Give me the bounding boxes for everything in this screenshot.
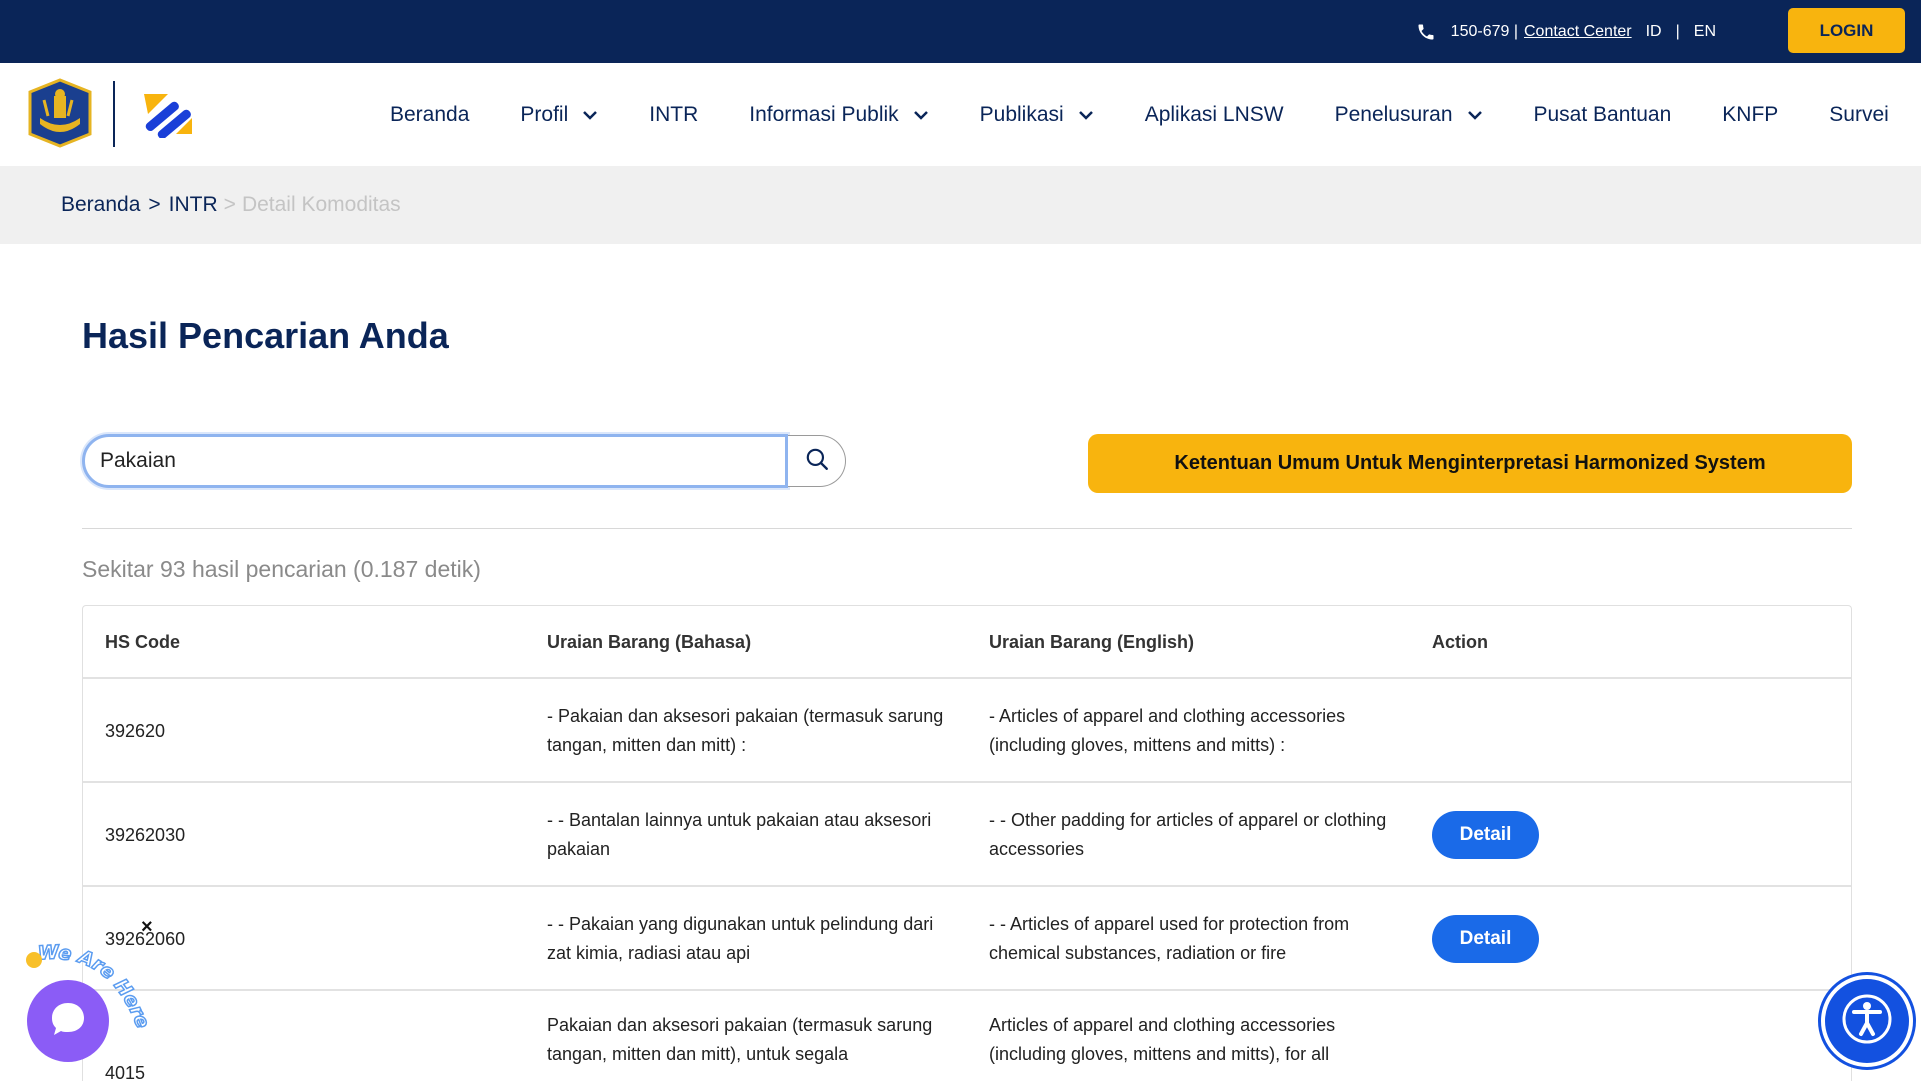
hs-interpretation-button[interactable]: Ketentuan Umum Untuk Menginterpretasi Ha… <box>1088 434 1852 493</box>
action-cell: Detail <box>1432 887 1732 991</box>
uraian-english-cell: - - Articles of apparel used for protect… <box>989 914 1350 963</box>
detail-button[interactable]: Detail <box>1432 915 1539 963</box>
result-count: Sekitar 93 hasil pencarian (0.187 detik) <box>82 556 481 582</box>
breadcrumb-separator: > <box>148 193 161 216</box>
table-row: 392620 - Pakaian dan aksesori pakaian (t… <box>83 679 1851 783</box>
lnsw-logo[interactable] <box>140 90 196 140</box>
nav-item-pusat-bantuan[interactable]: Pusat Bantuan <box>1534 103 1672 127</box>
chat-icon <box>48 999 88 1044</box>
page-title: Hasil Pencarian Anda <box>82 315 449 356</box>
chat-launcher-button[interactable] <box>27 980 109 1062</box>
hs-code-cell: 392620 <box>105 720 166 741</box>
nav-item-beranda[interactable]: Beranda <box>390 103 469 127</box>
lang-id-option[interactable]: ID <box>1646 23 1662 41</box>
hs-code-cell: 39262030 <box>105 824 186 845</box>
search-button[interactable] <box>788 435 846 487</box>
uraian-english-cell: Articles of apparel and clothing accesso… <box>989 1015 1336 1064</box>
header-hs-code: HS Code <box>105 632 181 652</box>
lang-en-option[interactable]: EN <box>1694 23 1716 41</box>
breadcrumb: Beranda > INTR > Detail Komoditas <box>61 166 401 244</box>
chevron-down-icon <box>913 110 929 120</box>
contact-center-link[interactable]: Contact Center <box>1524 23 1632 41</box>
search-bar <box>82 434 846 488</box>
nav-item-profil[interactable]: Profil <box>520 103 598 127</box>
logo-divider <box>113 81 115 147</box>
header-action: Action <box>1432 632 1488 652</box>
uraian-bahasa-cell: Pakaian dan aksesori pakaian (termasuk s… <box>547 1015 933 1064</box>
accessibility-button[interactable] <box>1821 975 1913 1067</box>
chevron-down-icon <box>1078 110 1094 120</box>
breadcrumb-separator: > <box>223 193 236 216</box>
breadcrumb-home[interactable]: Beranda <box>61 193 140 217</box>
nav-item-survei[interactable]: Survei <box>1829 103 1889 127</box>
uraian-bahasa-cell: - Pakaian dan aksesori pakaian (termasuk… <box>547 706 944 755</box>
main-navbar: Beranda Profil INTR Informasi Publik Pub… <box>0 63 1921 166</box>
search-input[interactable] <box>82 434 788 488</box>
lang-separator: | <box>1675 22 1680 40</box>
accessibility-icon <box>1841 993 1893 1050</box>
section-divider <box>82 528 1852 529</box>
breadcrumb-current: Detail Komoditas <box>241 193 401 216</box>
breadcrumb-bar: Beranda > INTR > Detail Komoditas <box>0 166 1921 244</box>
action-cell <box>1432 679 1732 783</box>
table-row: 39262030 - - Bantalan lainnya untuk paka… <box>83 783 1851 887</box>
table-row: 39262060 - - Pakaian yang digunakan untu… <box>83 887 1851 991</box>
hs-code-cell: 4015 <box>105 1063 146 1081</box>
login-button[interactable]: LOGIN <box>1788 8 1905 53</box>
header-uraian-bahasa: Uraian Barang (Bahasa) <box>547 632 752 652</box>
nav-menu: Beranda Profil INTR Informasi Publik Pub… <box>390 63 1889 166</box>
chevron-down-icon <box>582 110 598 120</box>
phone-icon <box>1415 21 1437 43</box>
chevron-down-icon <box>1467 110 1483 120</box>
contact-info: 150-679 | Contact Center ID | EN <box>1415 0 1716 63</box>
nav-item-knfp[interactable]: KNFP <box>1722 103 1778 127</box>
action-cell: Detail <box>1432 783 1732 887</box>
chat-close-icon[interactable]: × <box>141 916 153 939</box>
breadcrumb-intr[interactable]: INTR <box>169 193 218 217</box>
uraian-bahasa-cell: - - Pakaian yang digunakan untuk pelindu… <box>547 914 934 963</box>
search-icon <box>804 446 830 477</box>
nav-item-penelusuran[interactable]: Penelusuran <box>1335 103 1483 127</box>
nav-item-intr[interactable]: INTR <box>649 103 698 127</box>
table-header: HS Code Uraian Barang (Bahasa) Uraian Ba… <box>83 606 1851 679</box>
table-row: 4015 Pakaian dan aksesori pakaian (terma… <box>83 991 1851 1081</box>
detail-button[interactable]: Detail <box>1432 811 1539 859</box>
nav-item-aplikasi-lnsw[interactable]: Aplikasi LNSW <box>1145 103 1284 127</box>
nav-item-publikasi[interactable]: Publikasi <box>980 103 1094 127</box>
hs-code-cell: 39262060 <box>105 928 186 949</box>
uraian-bahasa-cell: - - Bantalan lainnya untuk pakaian atau … <box>547 810 932 859</box>
top-bar: 150-679 | Contact Center ID | EN LOGIN <box>0 0 1921 63</box>
uraian-english-cell: - - Other padding for articles of appare… <box>989 810 1387 859</box>
nav-item-informasi-publik[interactable]: Informasi Publik <box>749 103 928 127</box>
results-table: HS Code Uraian Barang (Bahasa) Uraian Ba… <box>82 605 1852 1081</box>
phone-number: 150-679 | <box>1450 22 1518 40</box>
kemenkeu-logo[interactable] <box>26 78 94 148</box>
uraian-english-cell: - Articles of apparel and clothing acces… <box>989 706 1346 755</box>
action-cell <box>1432 991 1732 1081</box>
header-uraian-english: Uraian Barang (English) <box>989 632 1195 652</box>
